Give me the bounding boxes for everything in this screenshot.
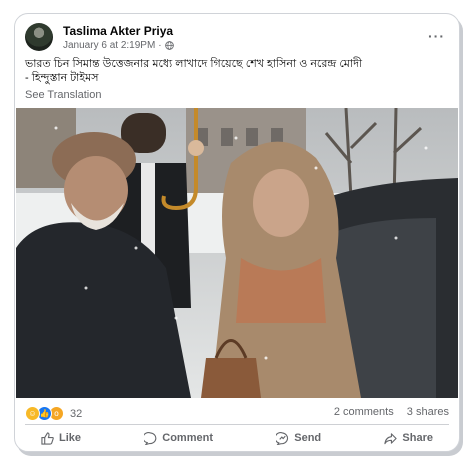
comment-button[interactable]: Comment (128, 428, 229, 448)
post-text: ভারত চিন সিমান্ত উত্তেজনার মধ্যে লাখাদে … (25, 57, 445, 85)
haha-reaction-icon: ☺ (25, 406, 40, 421)
action-bar: Like Comment Send Share (25, 428, 449, 448)
reaction-count: 32 (70, 407, 83, 420)
more-icon[interactable]: ··· (428, 28, 445, 44)
post-text-line1: ভারত চিন সিমান্ত উত্তেজনার মধ্যে লাখাদে … (25, 58, 363, 70)
post-text-line2: - হিন্দুস্তান টাইমস (25, 72, 99, 84)
comments-count[interactable]: 2 comments (334, 406, 394, 418)
like-label: Like (59, 432, 82, 444)
share-label: Share (402, 432, 433, 444)
engagement-counts: 2 comments 3 shares (324, 406, 449, 418)
author-name[interactable]: Taslima Akter Priya (63, 24, 173, 38)
post-stats: ☺ 👍 o 32 2 comments 3 shares (25, 406, 449, 422)
comment-icon (144, 431, 157, 445)
share-icon (384, 432, 398, 444)
post-header: Taslima Akter Priya January 6 at 2:19PM … (25, 23, 449, 55)
send-label: Send (294, 432, 322, 444)
see-translation-link[interactable]: See Translation (25, 89, 101, 101)
send-button[interactable]: Send (260, 428, 337, 448)
reactions-summary[interactable]: ☺ 👍 o 32 (25, 406, 82, 421)
like-button[interactable]: Like (25, 428, 97, 448)
send-icon (276, 431, 289, 445)
meta-separator: · (158, 40, 162, 51)
post-timestamp[interactable]: January 6 at 2:19PM (63, 40, 155, 51)
post-meta: January 6 at 2:19PM · (63, 40, 174, 51)
post-card: Taslima Akter Priya January 6 at 2:19PM … (14, 13, 460, 452)
action-divider (25, 424, 449, 425)
author-avatar[interactable] (25, 23, 53, 51)
like-icon (41, 431, 54, 445)
comment-label: Comment (162, 432, 213, 444)
share-button[interactable]: Share (368, 428, 449, 448)
shares-count[interactable]: 3 shares (407, 406, 449, 418)
post-photo[interactable] (16, 108, 458, 398)
photo-illustration (16, 108, 458, 398)
globe-icon (164, 41, 174, 50)
